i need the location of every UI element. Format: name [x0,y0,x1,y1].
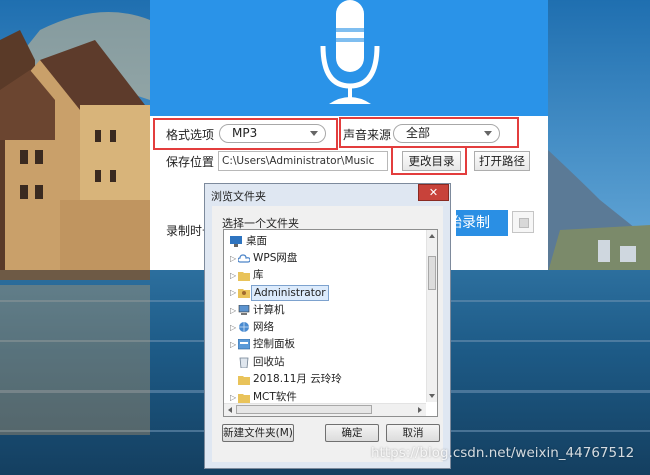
control-panel-icon [238,339,250,350]
folder-icon [238,376,250,385]
stop-button[interactable] [512,211,534,233]
recycle-bin-icon [239,357,249,368]
vertical-scrollbar[interactable] [426,230,437,402]
tree-item-label: 控制面板 [253,338,295,350]
tree-item-label: 网络 [253,321,274,333]
microphone-icon [320,0,380,104]
change-directory-highlight-box [391,146,467,175]
close-icon: ✕ [428,186,439,199]
scroll-thumb[interactable] [428,256,436,290]
tree-item-label: 桌面 [246,235,267,247]
start-record-button[interactable]: 开始录制 [456,210,508,236]
dialog-title: 浏览文件夹 [211,190,266,203]
cloud-icon [238,254,250,263]
scroll-left-arrow-icon[interactable] [228,407,232,413]
folder-tree[interactable]: 桌面 ▷ WPS网盘 ▷ 库 ▷ Administrator ▷ 计算机 ▷ 网… [223,229,438,417]
open-path-button[interactable]: 打开路径 [474,151,530,171]
close-button[interactable]: ✕ [418,184,449,201]
format-highlight-box [153,118,338,150]
tree-item-label: WPS网盘 [253,252,298,264]
expand-arrow-icon: ▷ [230,288,237,297]
tree-item-label: 回收站 [253,356,285,368]
scroll-down-arrow-icon[interactable] [429,394,435,398]
network-icon [239,322,249,332]
desktop-icon [230,236,242,247]
scroll-thumb[interactable] [236,405,372,414]
tree-item-label: Administrator [251,285,329,301]
library-folder-icon [238,272,250,281]
stop-icon [519,218,529,228]
tree-item-label: 2018.11月 云玲玲 [253,373,342,385]
tree-item-label: 库 [253,269,264,281]
ok-button[interactable]: 确定 [325,424,379,442]
scroll-up-arrow-icon[interactable] [429,234,435,238]
tree-item-label: 计算机 [253,304,285,316]
new-folder-button[interactable]: 新建文件夹(M) [222,424,294,442]
expand-arrow-icon: ▷ [230,254,237,263]
expand-arrow-icon: ▷ [230,323,237,332]
save-path-field[interactable]: C:\Users\Administrator\Music [218,151,388,171]
recorder-header [150,0,548,116]
expand-arrow-icon: ▷ [230,306,237,315]
source-highlight-box [339,117,519,148]
horizontal-scrollbar[interactable] [224,403,426,416]
save-location-label: 保存位置 [166,155,215,169]
watermark-text: https://blog.csdn.net/weixin_44767512 [371,445,635,461]
cancel-button[interactable]: 取消 [386,424,440,442]
user-folder-icon [238,289,250,298]
computer-icon [238,305,250,315]
scroll-right-arrow-icon[interactable] [418,407,422,413]
expand-arrow-icon: ▷ [230,340,237,349]
start-record-label: 开始录制 [456,215,490,231]
browse-folder-dialog: 浏览文件夹 ✕ 选择一个文件夹 桌面 ▷ WPS网盘 ▷ 库 ▷ Adminis… [204,183,451,469]
folder-icon [238,394,250,403]
expand-arrow-icon: ▷ [230,271,237,280]
